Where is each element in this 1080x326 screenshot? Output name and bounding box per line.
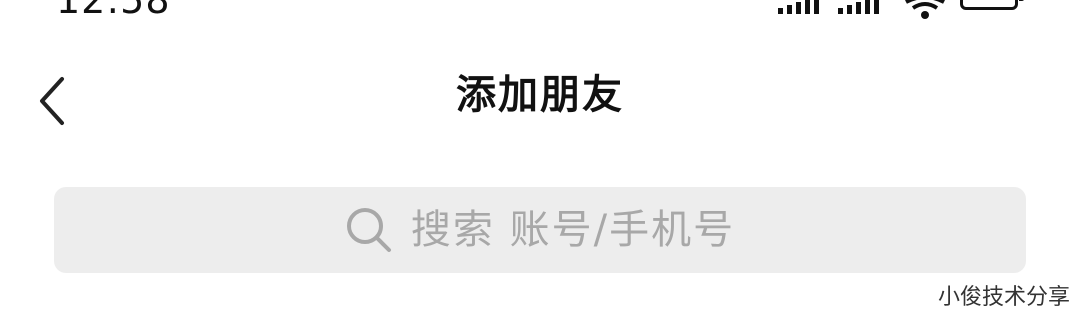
watermark: 小俊技术分享 — [937, 285, 1070, 310]
battery-icon: 75 — [960, 0, 1024, 10]
search-input[interactable]: 搜索 账号/手机号 — [54, 187, 1026, 273]
search-content: 搜索 账号/手机号 — [54, 187, 1026, 273]
search-icon — [346, 208, 391, 252]
status-time: 12:58 — [56, 0, 171, 22]
wifi-icon — [905, 0, 945, 19]
signal-icon — [838, 0, 879, 14]
battery-level: 75 — [963, 0, 1015, 1]
signal-icon — [778, 0, 819, 14]
search-placeholder: 搜索 账号/手机号 — [410, 207, 736, 253]
page-title: 添加朋友 — [456, 72, 624, 118]
header: 添加朋友 — [0, 55, 1080, 137]
status-bar: 12:58 75 — [0, 0, 1080, 20]
battery-cap — [1019, 0, 1024, 1]
